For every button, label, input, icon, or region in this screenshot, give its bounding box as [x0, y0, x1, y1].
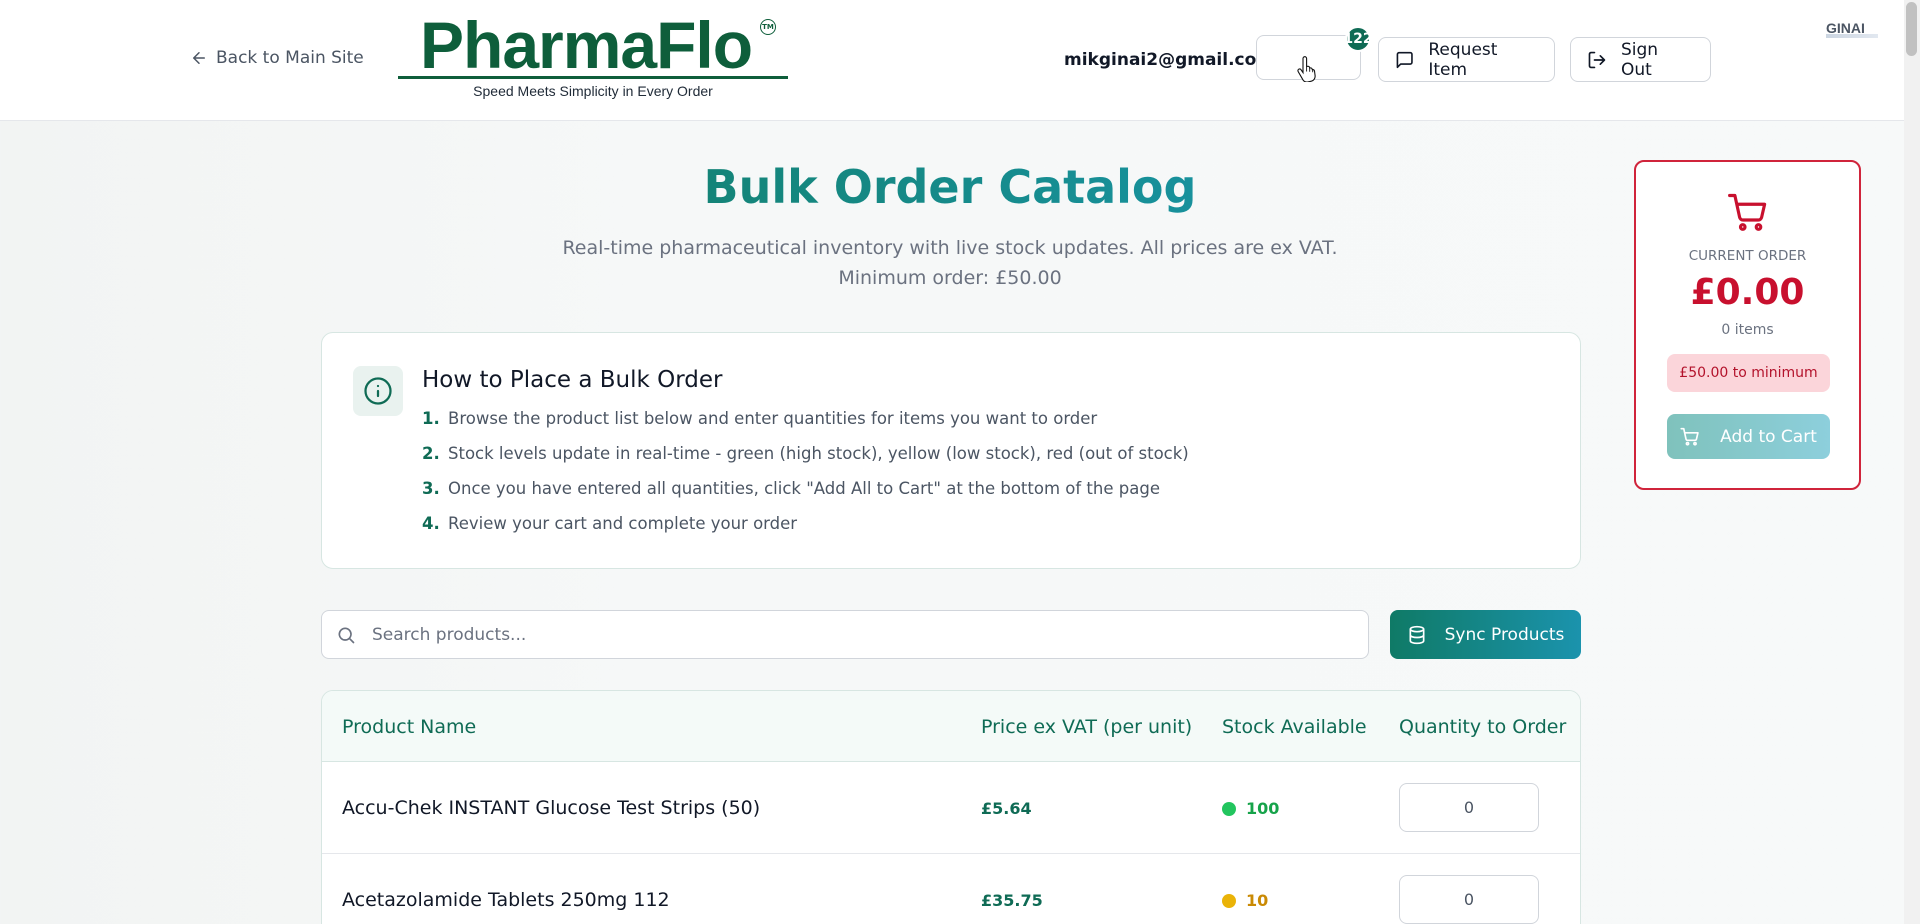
quantity-input[interactable]: [1399, 783, 1539, 832]
how-to-step: 1. Browse the product list below and ente…: [422, 409, 1189, 444]
stock-cell: 10: [1222, 891, 1268, 910]
current-order-panel: CURRENT ORDER £0.00 0 items £50.00 to mi…: [1634, 160, 1861, 490]
how-to-title: How to Place a Bulk Order: [422, 367, 723, 393]
table-row: Acetazolamide Tablets 250mg 112 £35.75 1…: [322, 854, 1580, 924]
column-header-price: Price ex VAT (per unit): [981, 716, 1193, 738]
scrollbar-thumb[interactable]: [1906, 2, 1917, 56]
stock-value: 10: [1246, 891, 1269, 910]
add-to-cart-button[interactable]: Add to Cart: [1667, 414, 1830, 459]
stock-cell: 100: [1222, 799, 1279, 818]
column-header-stock: Stock Available: [1222, 716, 1367, 738]
hand-pointer-cursor-icon: [1297, 56, 1316, 82]
stock-status-dot: [1222, 801, 1236, 816]
trademark-mark: TM: [760, 19, 776, 35]
step-text: Stock levels update in real-time - green…: [448, 444, 1189, 463]
message-square-icon: [1396, 51, 1413, 68]
top-header: Back to Main Site PharmaFlo TM Speed Mee…: [0, 0, 1904, 121]
how-to-steps: 1. Browse the product list below and ente…: [422, 409, 1189, 549]
request-item-label: Request Item: [1428, 39, 1498, 80]
order-total: £0.00: [1690, 272, 1805, 313]
step-number: 3.: [422, 479, 440, 498]
how-to-order-panel: How to Place a Bulk Order 1. Browse the p…: [321, 332, 1581, 569]
current-order-label: CURRENT ORDER: [1688, 248, 1807, 264]
step-number: 4.: [422, 514, 440, 533]
back-link-label: Back to Main Site: [216, 48, 364, 68]
sign-out-label: Sign Out: [1620, 39, 1659, 80]
partner-logo-tagline-bar: [1826, 34, 1878, 38]
cart-count-badge: 122: [1343, 26, 1373, 52]
sync-products-button[interactable]: Sync Products: [1390, 610, 1581, 659]
sign-out-button[interactable]: Sign Out: [1570, 37, 1711, 82]
logo-tagline: Speed Meets Simplicity in Every Order: [473, 83, 713, 99]
log-out-icon: [1588, 51, 1606, 68]
how-to-step: 2. Stock levels update in real-time - gre…: [422, 444, 1189, 479]
logo-text: PharmaFlo: [420, 8, 753, 82]
info-icon: [353, 366, 403, 416]
add-to-cart-label: Add to Cart: [1720, 426, 1817, 447]
step-text: Review your cart and complete your order: [448, 514, 798, 533]
step-number: 1.: [422, 409, 440, 428]
product-name: Accu-Chek INSTANT Glucose Test Strips (5…: [342, 797, 761, 819]
column-header-product-name: Product Name: [342, 716, 477, 738]
products-table: Product Name Price ex VAT (per unit) Sto…: [321, 690, 1581, 924]
how-to-step: 3. Once you have entered all quantities, …: [422, 479, 1189, 514]
how-to-step: 4. Review your cart and complete your ord…: [422, 514, 1189, 549]
stock-status-dot: [1222, 893, 1236, 908]
table-header: Product Name Price ex VAT (per unit) Sto…: [322, 691, 1580, 762]
shopping-cart-icon: [1680, 427, 1699, 446]
pharmaflo-logo[interactable]: PharmaFlo TM Speed Meets Simplicity in E…: [398, 12, 788, 104]
vertical-scrollbar[interactable]: [1904, 0, 1920, 924]
stock-value: 100: [1246, 799, 1280, 818]
quantity-input[interactable]: [1399, 875, 1539, 924]
page-subtitle: Real-time pharmaceutical inventory with …: [562, 237, 1338, 289]
product-price: £5.64: [981, 799, 1032, 818]
step-number: 2.: [422, 444, 440, 463]
user-email: mikginai2@gmail.com: [1064, 50, 1275, 70]
shopping-cart-icon: [1728, 193, 1767, 231]
step-text: Browse the product list below and enter …: [448, 409, 1098, 428]
back-to-main-site-link[interactable]: Back to Main Site: [190, 48, 364, 68]
minimum-order-badge: £50.00 to minimum: [1667, 354, 1830, 392]
product-name: Acetazolamide Tablets 250mg 112: [342, 889, 670, 911]
request-item-button[interactable]: Request Item: [1378, 37, 1555, 82]
search-input[interactable]: [372, 624, 1352, 645]
logo-underline: [398, 76, 788, 79]
table-row: Accu-Chek INSTANT Glucose Test Strips (5…: [322, 762, 1580, 854]
column-header-quantity: Quantity to Order: [1399, 716, 1567, 738]
sync-products-label: Sync Products: [1444, 624, 1565, 645]
product-price: £35.75: [981, 891, 1043, 910]
page-title: Bulk Order Catalog: [320, 160, 1580, 214]
database-icon: [1409, 625, 1425, 644]
step-text: Once you have entered all quantities, cl…: [448, 479, 1160, 498]
search-icon: [338, 627, 355, 643]
order-item-count: 0 items: [1721, 322, 1774, 338]
search-bar: [321, 610, 1369, 659]
arrow-left-icon: [193, 52, 205, 64]
